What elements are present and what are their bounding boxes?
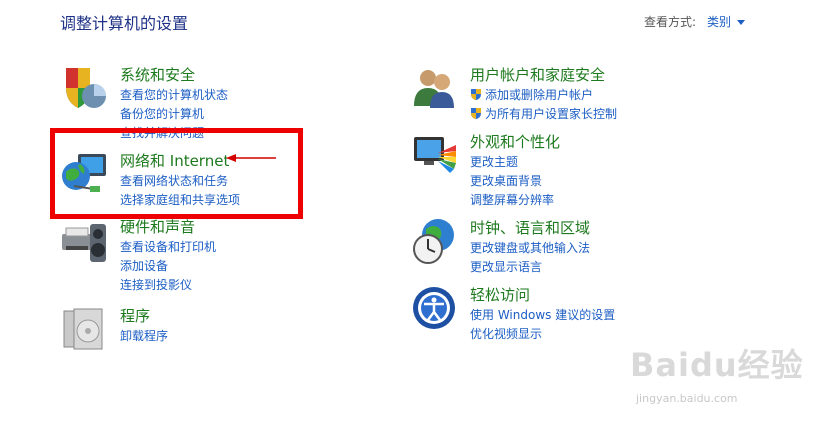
view-by-dropdown[interactable]: 类别 bbox=[707, 13, 746, 30]
user-accounts-icon[interactable] bbox=[410, 64, 458, 112]
category-title[interactable]: 时钟、语言和区域 bbox=[470, 217, 590, 238]
network-internet-icon[interactable] bbox=[60, 150, 108, 198]
link-screen-resolution[interactable]: 调整屏幕分辨率 bbox=[470, 191, 554, 210]
category-appearance: 外观和个性化 更改主题 更改桌面背景 调整屏幕分辨率 bbox=[410, 131, 730, 207]
category-network-internet: 网络和 Internet 查看网络状态和任务 选择家庭组和共享选项 bbox=[60, 150, 360, 210]
link-add-device[interactable]: 添加设备 bbox=[120, 257, 216, 276]
baidu-watermark: Baidu经验 jingyan.baidu.com bbox=[630, 340, 804, 405]
category-user-accounts: 用户帐户和家庭安全 添加或删除用户帐户 为所有用户设置家长控制 bbox=[410, 64, 730, 124]
view-by-label: 查看方式: bbox=[644, 15, 697, 29]
link-homegroup-sharing[interactable]: 选择家庭组和共享选项 bbox=[120, 191, 240, 210]
hardware-sound-icon[interactable] bbox=[60, 216, 108, 264]
link-connect-projector[interactable]: 连接到投影仪 bbox=[120, 276, 216, 295]
view-by-value[interactable]: 类别 bbox=[707, 15, 731, 29]
link-change-display-language[interactable]: 更改显示语言 bbox=[470, 258, 590, 277]
ease-of-access-icon[interactable] bbox=[410, 284, 458, 332]
link-view-computer-status[interactable]: 查看您的计算机状态 bbox=[120, 86, 228, 105]
category-title[interactable]: 系统和安全 bbox=[120, 64, 195, 85]
link-label[interactable]: 添加或删除用户帐户 bbox=[485, 88, 593, 102]
clock-language-icon[interactable] bbox=[410, 217, 458, 265]
watermark-main: Baidu经验 bbox=[630, 346, 804, 384]
category-ease-of-access: 轻松访问 使用 Windows 建议的设置 优化视频显示 bbox=[410, 284, 730, 344]
link-windows-recommended[interactable]: 使用 Windows 建议的设置 bbox=[470, 306, 615, 325]
uac-shield-icon bbox=[471, 89, 481, 100]
category-hardware-sound: 硬件和声音 查看设备和打印机 添加设备 连接到投影仪 bbox=[60, 216, 360, 296]
chevron-down-icon[interactable] bbox=[737, 20, 746, 25]
category-title[interactable]: 用户帐户和家庭安全 bbox=[470, 64, 605, 85]
page-title: 调整计算机的设置 bbox=[60, 14, 189, 33]
link-optimize-video[interactable]: 优化视频显示 bbox=[470, 325, 615, 344]
appearance-icon[interactable] bbox=[410, 131, 458, 179]
uac-shield-icon bbox=[471, 108, 481, 119]
link-change-background[interactable]: 更改桌面背景 bbox=[470, 172, 554, 191]
category-title[interactable]: 硬件和声音 bbox=[120, 216, 195, 237]
link-find-fix-problems[interactable]: 查找并解决问题 bbox=[120, 124, 228, 143]
link-uninstall-program[interactable]: 卸载程序 bbox=[120, 327, 168, 346]
category-programs: 程序 卸载程序 bbox=[60, 305, 360, 355]
link-backup-computer[interactable]: 备份您的计算机 bbox=[120, 105, 228, 124]
category-title[interactable]: 外观和个性化 bbox=[470, 131, 560, 152]
link-change-input-method[interactable]: 更改键盘或其他输入法 bbox=[470, 239, 590, 258]
link-parental-controls[interactable]: 为所有用户设置家长控制 bbox=[470, 105, 617, 124]
watermark-sub: jingyan.baidu.com bbox=[636, 392, 738, 405]
category-title[interactable]: 网络和 Internet bbox=[120, 150, 229, 171]
programs-icon[interactable] bbox=[60, 305, 108, 353]
link-devices-printers[interactable]: 查看设备和打印机 bbox=[120, 238, 216, 257]
category-clock-language: 时钟、语言和区域 更改键盘或其他输入法 更改显示语言 bbox=[410, 217, 730, 277]
category-title[interactable]: 轻松访问 bbox=[470, 284, 530, 305]
category-title[interactable]: 程序 bbox=[120, 305, 150, 326]
link-view-network-status[interactable]: 查看网络状态和任务 bbox=[120, 172, 240, 191]
category-system-security: 系统和安全 查看您的计算机状态 备份您的计算机 查找并解决问题 bbox=[60, 64, 360, 140]
link-label[interactable]: 为所有用户设置家长控制 bbox=[485, 107, 617, 121]
link-add-remove-accounts[interactable]: 添加或删除用户帐户 bbox=[470, 86, 617, 105]
link-change-theme[interactable]: 更改主题 bbox=[470, 153, 554, 172]
system-security-icon[interactable] bbox=[60, 64, 108, 112]
